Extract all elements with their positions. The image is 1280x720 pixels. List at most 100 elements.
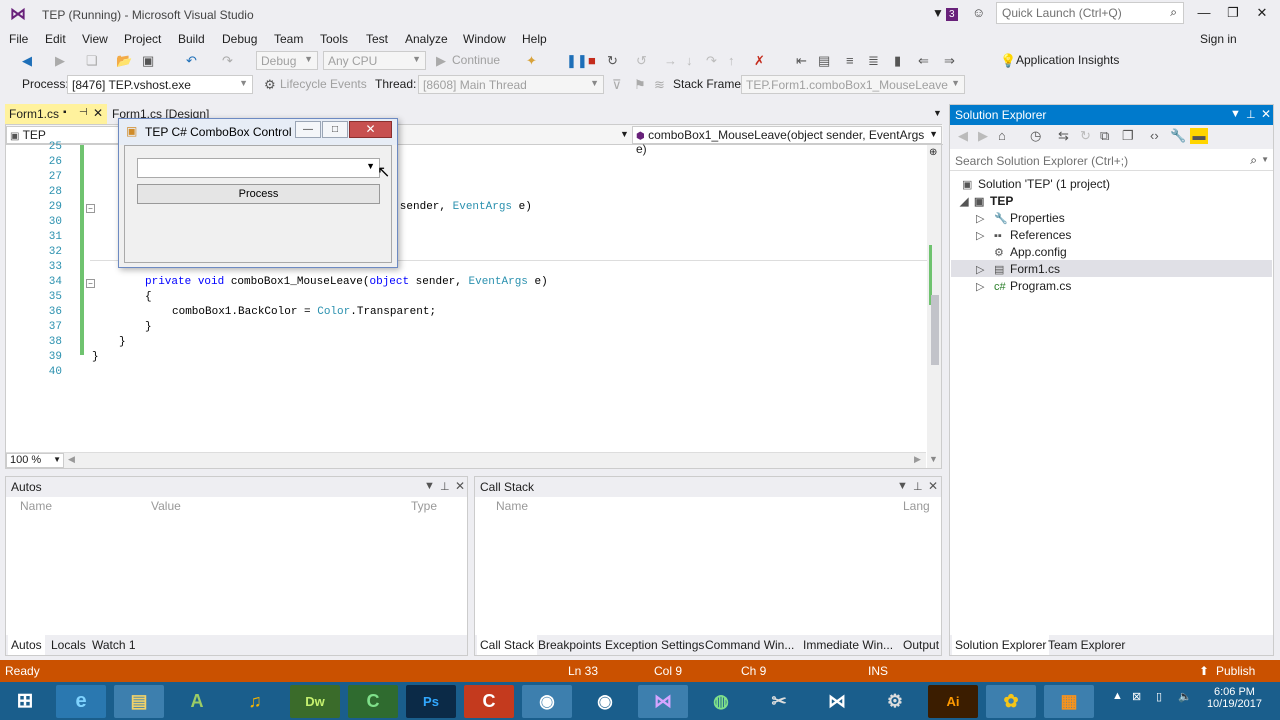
column-header-type[interactable]: Type [411, 499, 437, 513]
back-icon[interactable]: ◀ [22, 53, 32, 69]
continue-button[interactable]: Continue [452, 53, 500, 67]
pause-icon[interactable]: ❚❚ [566, 53, 588, 69]
form-minimize-button[interactable]: — [295, 121, 321, 138]
combobox-form-window[interactable]: ▣ TEP C# ComboBox Control — □ ✕ ▼ Proces… [118, 118, 398, 268]
search-icon[interactable]: ⌕ [1170, 5, 1177, 20]
flag-icon[interactable]: ⚑ [634, 77, 646, 93]
scrollbar-thumb[interactable] [931, 295, 939, 365]
menu-debug[interactable]: Debug [222, 32, 257, 46]
scroll-right-icon[interactable]: ▶ [914, 454, 921, 465]
menu-help[interactable]: Help [522, 32, 547, 46]
pending-changes-icon[interactable]: ◷ [1030, 128, 1041, 144]
platform-dropdown[interactable]: Any CPU ▼ [323, 51, 426, 70]
chevron-down-icon[interactable]: ▼ [366, 161, 375, 171]
step-into-icon[interactable]: → [664, 53, 677, 69]
back-icon[interactable]: ◀ [958, 128, 968, 144]
internet-explorer-icon[interactable]: e [56, 685, 106, 718]
project-dropdown[interactable]: ▣ TEP [6, 126, 120, 144]
sync-icon[interactable]: ⇆ [1058, 128, 1069, 144]
close-button[interactable]: ✕ [1248, 2, 1276, 24]
tree-item-references[interactable]: ▷ ▪▪ References [976, 228, 1071, 242]
close-icon[interactable]: ✕ [455, 479, 465, 493]
android-studio-icon[interactable]: A [172, 685, 222, 718]
step-up-icon[interactable]: ↑ [728, 53, 735, 69]
comment-icon[interactable]: ≡ [846, 53, 854, 69]
form-title-bar[interactable]: ▣ TEP C# ComboBox Control — □ ✕ [119, 119, 397, 145]
publish-button[interactable]: Publish [1216, 664, 1255, 678]
collapsed-arrow-icon[interactable]: ▷ [976, 280, 994, 293]
notification-flag-icon[interactable]: ▼ [932, 6, 944, 20]
menu-analyze[interactable]: Analyze [405, 32, 448, 46]
combobox[interactable]: ▼ [137, 158, 380, 178]
search-icon[interactable]: ⌕ [1250, 153, 1257, 168]
volume-icon[interactable]: 🔈 [1178, 690, 1192, 703]
expand-arrow-icon[interactable]: ◢ [960, 195, 974, 208]
start-button[interactable]: ⊞ [0, 685, 50, 718]
forward-icon[interactable]: ▶ [978, 128, 988, 144]
chrome-icon[interactable]: ◉ [580, 685, 630, 718]
tree-item-properties[interactable]: ▷ 🔧 Properties [976, 211, 1065, 225]
menu-tools[interactable]: Tools [320, 32, 348, 46]
restore-button[interactable]: ❐ [1219, 2, 1247, 24]
dreamweaver-icon[interactable]: Dw [290, 685, 340, 718]
uncomment-icon[interactable]: ≣ [868, 53, 879, 69]
layout-icon[interactable]: ▤ [818, 53, 830, 69]
tree-item-form1-cs[interactable]: ▷ ▤ Form1.cs [976, 262, 1060, 276]
column-header-name[interactable]: Name [496, 499, 528, 513]
tab-watch-1[interactable]: Watch 1 [92, 638, 136, 652]
save-all-icon[interactable]: ▣ [142, 53, 154, 69]
continue-icon[interactable]: ▶ [436, 53, 446, 69]
column-header-value[interactable]: Value [151, 499, 181, 513]
step-over-icon[interactable]: ↓ [686, 53, 693, 69]
dropdown-icon[interactable]: ▼ [897, 480, 908, 492]
pin-icon[interactable]: ⊥ [913, 480, 923, 493]
menu-build[interactable]: Build [178, 32, 205, 46]
process-button[interactable]: Process [137, 184, 380, 204]
tab-breakpoints[interactable]: Breakpoints [538, 638, 601, 652]
visual-studio-icon[interactable]: ⋈ [812, 685, 862, 718]
forward-icon[interactable]: ▶ [55, 53, 65, 69]
tab-autos[interactable]: Autos [8, 635, 45, 655]
split-icon[interactable]: ⊕ [929, 147, 937, 158]
menu-test[interactable]: Test [366, 32, 388, 46]
menu-window[interactable]: Window [463, 32, 506, 46]
tree-item-program-cs[interactable]: ▷ c# Program.cs [976, 279, 1071, 293]
new-project-icon[interactable]: ❏ [86, 53, 98, 69]
tab-form1-cs[interactable]: Form1.cs ▪ ⊣ ✕ [5, 104, 107, 124]
column-header-lang[interactable]: Lang [903, 499, 930, 513]
collapse-all-icon[interactable]: ⧉ [1100, 128, 1109, 144]
close-icon[interactable]: ✕ [1261, 107, 1271, 121]
close-tab-icon[interactable]: ✕ [93, 106, 103, 120]
zoom-dropdown[interactable]: 100 % ▼ [6, 453, 64, 468]
camtasia-recorder-icon[interactable]: C [464, 685, 514, 718]
menu-file[interactable]: File [9, 32, 28, 46]
step-out-icon[interactable]: ↷ [706, 53, 717, 69]
dropdown-icon[interactable]: ▼ [424, 480, 435, 492]
format-icon[interactable]: ⇤ [796, 53, 807, 69]
tab-command-window[interactable]: Command Win... [705, 638, 794, 652]
tray-device-icon[interactable]: ▯ [1156, 690, 1162, 703]
tab-solution-explorer[interactable]: Solution Explorer [952, 635, 1050, 655]
photoshop-icon[interactable]: Ps [406, 685, 456, 718]
chrome-active-icon[interactable]: ◉ [522, 685, 572, 718]
close-icon[interactable]: ✕ [928, 479, 938, 493]
audio-app-icon[interactable]: ♫ [230, 685, 280, 718]
process-dropdown[interactable]: [8476] TEP.vshost.exe ▼ [67, 75, 253, 94]
chevron-down-icon[interactable]: ▼ [620, 129, 629, 139]
show-next-statement-icon[interactable]: ↺ [636, 53, 647, 69]
view-code-icon[interactable]: ‹› [1150, 128, 1159, 144]
snipping-tool-icon[interactable]: ✂ [754, 685, 804, 718]
feedback-icon[interactable]: ☺ [972, 5, 985, 20]
file-explorer-icon[interactable]: ▤ [114, 685, 164, 718]
tree-item-solution[interactable]: ▣ Solution 'TEP' (1 project) [962, 177, 1110, 191]
tab-team-explorer[interactable]: Team Explorer [1048, 638, 1125, 652]
threads-icon[interactable]: ≋ [654, 77, 665, 93]
solution-search-input[interactable]: Search Solution Explorer (Ctrl+;) ⌕ ▼ [950, 151, 1273, 171]
taskbar-clock[interactable]: 6:06 PM 10/19/2017 [1207, 686, 1262, 710]
restart-icon[interactable]: ↻ [607, 53, 618, 69]
lifecycle-events-dropdown[interactable]: Lifecycle Events [280, 77, 367, 91]
pin-tab-icon[interactable]: ⊣ [79, 107, 88, 118]
sign-in-link[interactable]: Sign in [1200, 32, 1237, 46]
collapse-toggle[interactable]: − [86, 204, 95, 213]
network-app-icon[interactable]: ◍ [696, 685, 746, 718]
